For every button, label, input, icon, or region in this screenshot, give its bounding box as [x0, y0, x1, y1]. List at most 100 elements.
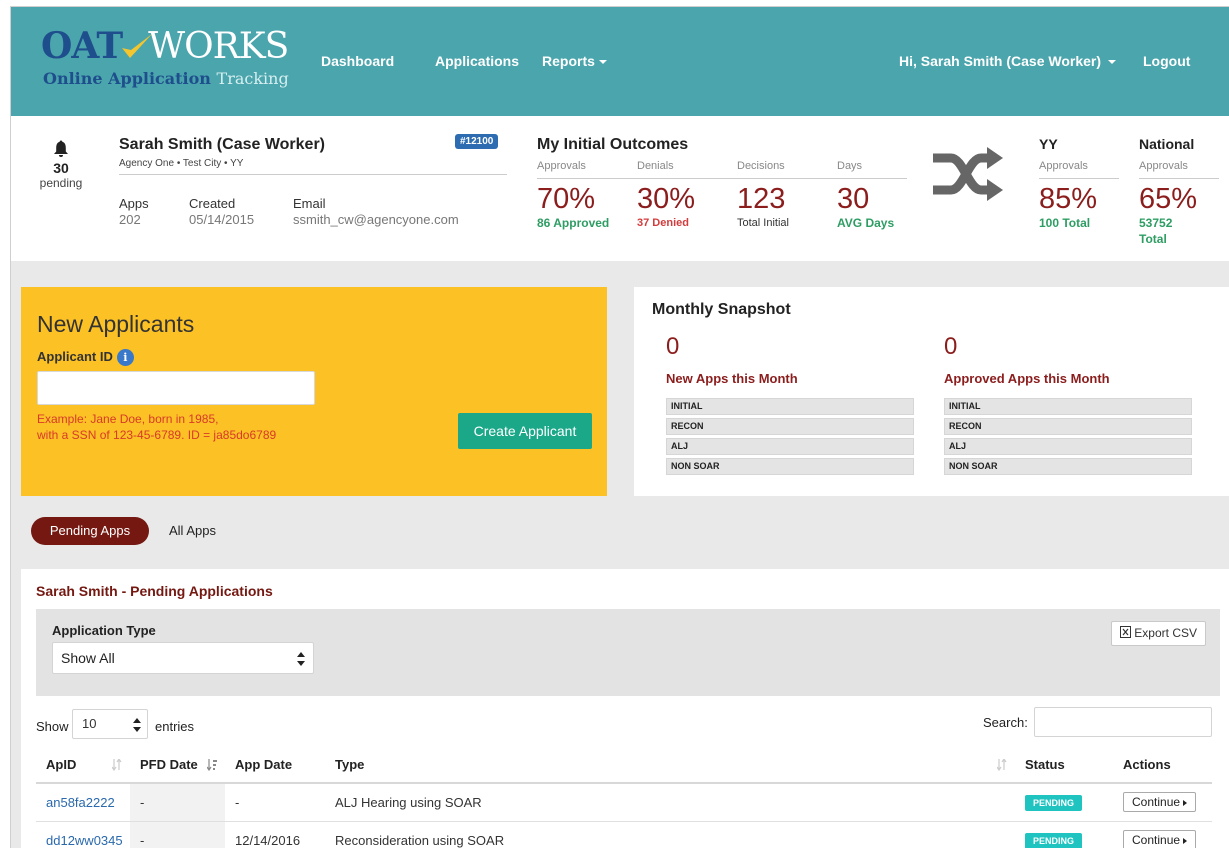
table-header-row: ApID PFD Date App Date Type Status Actio… — [36, 747, 1212, 784]
example-line-1: Example: Jane Doe, born in 1985, — [37, 412, 219, 426]
search-label: Search: — [983, 715, 1028, 730]
export-csv-label: Export CSV — [1134, 626, 1197, 640]
created-value: 05/14/2015 — [189, 212, 255, 227]
status-cell: PENDING — [1015, 783, 1113, 822]
state-approvals-header: Approvals — [1039, 160, 1088, 172]
export-csv-button[interactable]: Export CSV — [1111, 621, 1206, 646]
col-apid[interactable]: ApID — [36, 747, 130, 784]
bell-icon — [54, 140, 68, 157]
col-pfd-label: PFD Date — [140, 757, 198, 772]
state-approvals-total: 100 Total — [1039, 216, 1091, 230]
approved-apps-count: 0 — [944, 333, 958, 360]
chevron-down-icon — [1108, 60, 1117, 65]
table-row: dd12ww0345 - 12/14/2016 Reconsideration … — [36, 821, 1212, 848]
state-approvals-percent: 85% — [1039, 183, 1098, 215]
applicant-id-input[interactable] — [37, 371, 315, 405]
approved-apps-initial: INITIAL — [944, 398, 1192, 415]
avg-days: 30 — [837, 183, 870, 215]
pending-applications-section: Sarah Smith - Pending Applications Appli… — [21, 569, 1229, 848]
applicant-id-label-text: Applicant ID — [37, 349, 113, 364]
oatworks-logo[interactable]: OAT WORKS Online Application Tracking — [41, 25, 289, 88]
pending-count: 30 — [53, 160, 69, 176]
nav-reports-label: Reports — [542, 53, 595, 69]
avg-days-label: AVG Days — [837, 216, 895, 230]
entries-select[interactable]: 10 — [72, 709, 148, 739]
status-badge: PENDING — [1025, 794, 1083, 811]
apid-cell[interactable]: dd12ww0345 — [36, 821, 130, 848]
pending-label: pending — [39, 176, 83, 190]
tab-all-apps[interactable]: All Apps — [169, 523, 216, 538]
nav-logout[interactable]: Logout — [1143, 53, 1190, 69]
apid-cell[interactable]: an58fa2222 — [36, 783, 130, 822]
app-window: OAT WORKS Online Application Tracking Das… — [10, 6, 1229, 848]
pfd-date-cell: - — [130, 821, 225, 848]
sort-icon — [112, 759, 122, 771]
applications-table: ApID PFD Date App Date Type Status Actio… — [36, 747, 1212, 848]
col-status[interactable]: Status — [1015, 747, 1113, 784]
select-arrows-icon — [297, 652, 305, 666]
divider — [537, 178, 907, 179]
new-apps-initial: INITIAL — [666, 398, 914, 415]
email-label: Email — [293, 196, 326, 211]
denials-count: 37 Denied — [637, 217, 689, 229]
apid-link[interactable]: an58fa2222 — [46, 795, 115, 810]
col-app-date[interactable]: App Date — [225, 747, 325, 784]
entries-label: entries — [155, 719, 195, 734]
apps-label: Apps — [119, 196, 149, 211]
col-pfd-date[interactable]: PFD Date — [130, 747, 225, 784]
info-icon[interactable]: i — [116, 349, 134, 367]
table-row: an58fa2222 - - ALJ Hearing using SOAR PE… — [36, 783, 1212, 822]
search-input[interactable] — [1034, 707, 1212, 737]
continue-button[interactable]: Continue — [1123, 792, 1197, 813]
col-type-label: Type — [335, 757, 365, 772]
decisions-header: Decisions — [737, 160, 785, 172]
monthly-snapshot-panel: Monthly Snapshot 0 New Apps this Month 0… — [634, 287, 1229, 496]
col-app-date-label: App Date — [235, 757, 293, 772]
entries-value: 10 — [82, 716, 97, 731]
logo-tagline-bold: Online Application — [43, 69, 211, 88]
actions-cell: Continue — [1113, 821, 1212, 848]
email-value: ssmith_cw@agencyone.com — [293, 212, 459, 227]
filter-bar: Application Type Show All Export CSV — [36, 609, 1220, 696]
new-apps-count: 0 — [666, 333, 680, 360]
new-apps-label: New Apps this Month — [666, 371, 798, 386]
id-badge: #12100 — [455, 134, 499, 149]
state-title: YY — [1039, 136, 1058, 152]
national-approvals-total: 53752 — [1139, 216, 1173, 230]
denials-header: Denials — [637, 160, 674, 172]
sort-descending-icon — [207, 759, 217, 771]
nav-dashboard[interactable]: Dashboard — [321, 53, 394, 69]
decisions-total: 123 — [737, 183, 786, 215]
nav-reports[interactable]: Reports — [542, 53, 607, 69]
nav-user-menu[interactable]: Hi, Sarah Smith (Case Worker) — [899, 53, 1117, 69]
status-badge: PENDING — [1025, 832, 1083, 848]
approved-apps-label: Approved Apps this Month — [944, 371, 1110, 386]
logo-oat: OAT — [41, 25, 123, 67]
col-actions-label: Actions — [1123, 757, 1171, 772]
divider — [1139, 178, 1219, 179]
outcomes-title: My Initial Outcomes — [537, 136, 689, 153]
file-export-icon — [1120, 626, 1132, 638]
new-apps-non-soar: NON SOAR — [666, 458, 914, 475]
chevron-down-icon — [598, 60, 607, 65]
tab-pending-apps[interactable]: Pending Apps — [31, 517, 149, 545]
continue-button[interactable]: Continue — [1123, 830, 1197, 848]
approved-apps-alj: ALJ — [944, 438, 1192, 455]
decisions-label: Total Initial — [737, 217, 789, 229]
profile-summary: 30 pending Sarah Smith (Case Worker) Age… — [11, 116, 1229, 261]
application-type-select[interactable]: Show All — [52, 642, 314, 674]
profile-name: Sarah Smith (Case Worker) — [119, 136, 325, 153]
logo-tagline: Online Application Tracking — [43, 69, 289, 88]
shuffle-icon — [933, 147, 1003, 201]
approved-apps-non-soar: NON SOAR — [944, 458, 1192, 475]
divider — [119, 174, 507, 175]
show-label: Show — [36, 719, 69, 734]
application-type-value: Show All — [61, 650, 115, 666]
nav-applications[interactable]: Applications — [435, 53, 519, 69]
pfd-date-cell: - — [130, 783, 225, 822]
col-type[interactable]: Type — [325, 747, 1015, 784]
days-header: Days — [837, 160, 863, 172]
apid-link[interactable]: dd12ww0345 — [46, 833, 123, 848]
select-arrows-icon — [133, 718, 141, 732]
create-applicant-button[interactable]: Create Applicant — [458, 413, 592, 449]
